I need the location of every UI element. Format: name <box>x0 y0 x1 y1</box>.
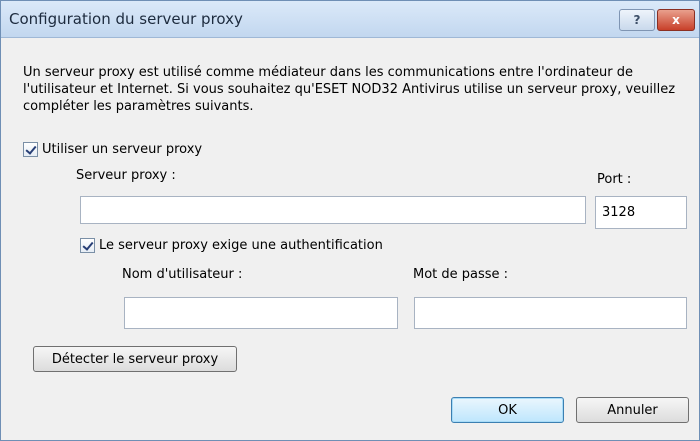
port-input[interactable] <box>595 196 687 229</box>
cancel-button[interactable]: Annuler <box>576 397 689 423</box>
description-text: Un serveur proxy est utilisé comme média… <box>23 65 676 114</box>
use-proxy-checkbox[interactable] <box>23 142 38 157</box>
proxy-config-dialog: Configuration du serveur proxy ? x Un se… <box>0 0 700 441</box>
dialog-title: Configuration du serveur proxy <box>9 10 243 28</box>
port-label: Port : <box>597 172 632 187</box>
detect-proxy-button[interactable]: Détecter le serveur proxy <box>33 346 237 372</box>
title-bar[interactable]: Configuration du serveur proxy ? x <box>1 1 699 38</box>
proxy-server-input[interactable] <box>80 196 586 224</box>
auth-required-option[interactable]: Le serveur proxy exige une authentificat… <box>80 238 383 253</box>
use-proxy-option[interactable]: Utiliser un serveur proxy <box>23 142 202 157</box>
username-label: Nom d'utilisateur : <box>122 267 243 282</box>
username-input[interactable] <box>124 297 398 329</box>
auth-required-label: Le serveur proxy exige une authentificat… <box>99 238 383 253</box>
use-proxy-label: Utiliser un serveur proxy <box>42 142 203 157</box>
auth-required-checkbox[interactable] <box>80 238 95 253</box>
ok-button[interactable]: OK <box>451 397 564 423</box>
close-button[interactable]: x <box>657 9 695 31</box>
password-input[interactable] <box>414 297 687 329</box>
password-label: Mot de passe : <box>413 267 509 282</box>
proxy-server-label: Serveur proxy : <box>76 168 176 183</box>
help-button[interactable]: ? <box>619 9 655 31</box>
